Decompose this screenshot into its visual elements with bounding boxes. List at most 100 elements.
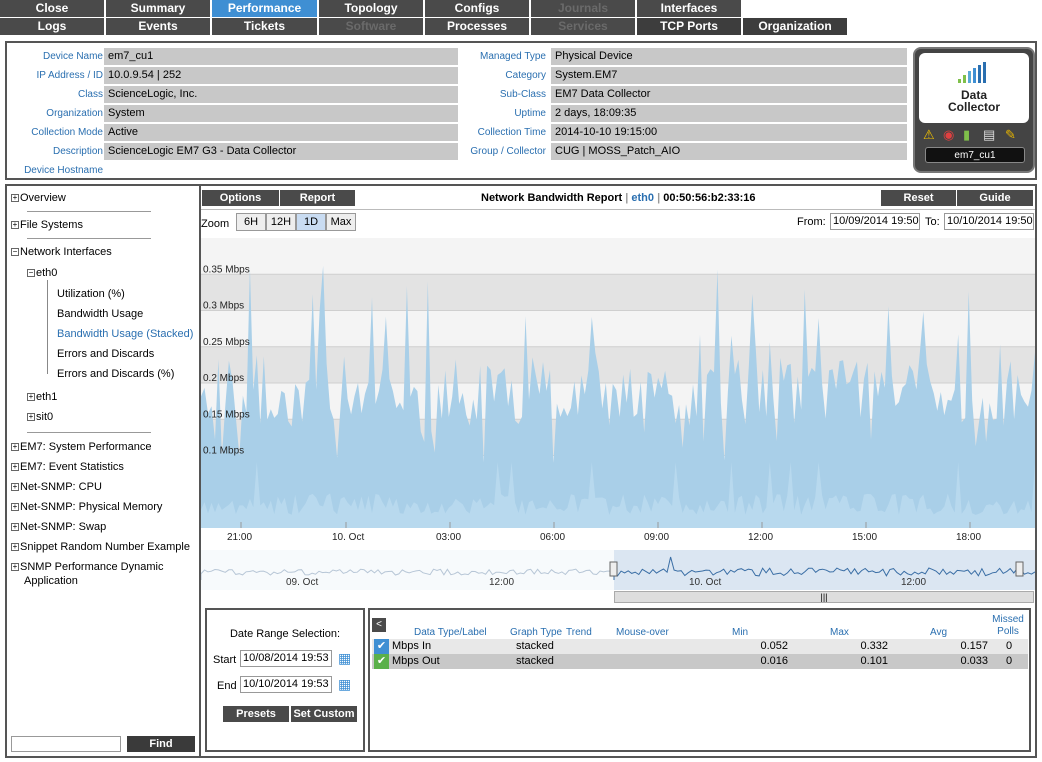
header-missed-polls[interactable]: Missed Polls [990, 614, 1026, 638]
navigator-label: 09. Oct [286, 577, 318, 588]
tree-item-snmp-performance-dynamic[interactable]: + SNMP Performance Dynamic [11, 561, 163, 573]
navigator-handle-right[interactable] [1015, 561, 1024, 577]
divider [27, 238, 151, 239]
tree-item-network-interfaces[interactable]: − Network Interfaces [11, 246, 112, 258]
find-button[interactable]: Find [127, 736, 195, 752]
header-max[interactable]: Max [830, 627, 849, 638]
collection-time-value: 2014-10-10 19:15:00 [551, 124, 907, 141]
x-tick-label: 03:00 [436, 532, 462, 543]
expand-icon[interactable]: + [11, 443, 19, 452]
presets-button[interactable]: Presets [223, 706, 289, 722]
tree-item-overview[interactable]: + Overview [11, 192, 66, 204]
tree-item-em7-event-statistics[interactable]: + EM7: Event Statistics [11, 461, 124, 473]
tab-events[interactable]: Events [106, 18, 210, 35]
tab-close[interactable]: Close [0, 0, 104, 17]
tree-item-utilization[interactable]: Utilization (%) [57, 288, 125, 300]
header-mouse-over[interactable]: Mouse-over [616, 627, 669, 638]
tree-item-bandwidth-usage[interactable]: Bandwidth Usage [57, 308, 143, 320]
lifebuoy-icon[interactable]: ◉ [943, 127, 954, 143]
navigation-tree: + Overview + File Systems − Network Interfa… [5, 184, 201, 758]
tree-item-eth1[interactable]: + eth1 [27, 391, 57, 403]
start-date-input[interactable]: 10/08/2014 19:53 [240, 650, 332, 667]
find-input[interactable] [11, 736, 121, 752]
zoom-12h-button[interactable]: 12H [266, 213, 296, 231]
tree-item-net-snmp-physical-memory[interactable]: + Net-SNMP: Physical Memory [11, 501, 162, 513]
checkbox-checked-icon[interactable]: ✔ [374, 654, 389, 669]
tab-summary[interactable]: Summary [106, 0, 210, 17]
tree-item-file-systems[interactable]: + File Systems [11, 219, 83, 231]
collapse-icon[interactable]: − [11, 248, 19, 257]
navigator-handle-left[interactable] [609, 561, 618, 577]
zoom-1d-button[interactable]: 1D [296, 213, 326, 231]
header-trend[interactable]: Trend [566, 627, 592, 638]
tree-item-bandwidth-usage-stacked[interactable]: Bandwidth Usage (Stacked) [57, 328, 193, 340]
expand-icon[interactable]: + [11, 523, 19, 532]
zoom-label: Zoom [201, 218, 230, 230]
bandwidth-chart[interactable]: 0.1 Mbps 0.15 Mbps 0.2 Mbps 0.25 Mbps 0.3 Mb… [201, 238, 1035, 530]
tab-configs[interactable]: Configs [425, 0, 529, 17]
tab-topology[interactable]: Topology [319, 0, 423, 17]
tree-item-eth0[interactable]: − eth0 [27, 267, 57, 279]
end-date-input[interactable]: 10/10/2014 19:53 [240, 676, 332, 693]
to-date-input[interactable]: 10/10/2014 19:50 [944, 213, 1034, 230]
expand-icon[interactable]: + [11, 463, 19, 472]
expand-icon[interactable]: + [11, 483, 19, 492]
navigator-scrollbar[interactable]: ||| [614, 591, 1034, 603]
signal-icon[interactable]: ▮ [963, 127, 970, 143]
expand-icon[interactable]: + [11, 503, 19, 512]
tab-tcp-ports[interactable]: TCP Ports [637, 18, 741, 35]
header-graph-type[interactable]: Graph Type [510, 627, 562, 638]
device-hostname-label: Device Hostname [24, 165, 103, 176]
tab-organization[interactable]: Organization [743, 18, 847, 35]
guide-button[interactable]: Guide [957, 190, 1033, 206]
tree-item-sit0[interactable]: + sit0 [27, 411, 53, 423]
collection-time-label: Collection Time [477, 127, 546, 138]
expand-icon[interactable]: + [11, 194, 19, 203]
tab-processes[interactable]: Processes [425, 18, 529, 35]
reset-button[interactable]: Reset [881, 190, 956, 206]
wrench-icon[interactable]: ✎ [1005, 127, 1016, 143]
options-button[interactable]: Options [202, 190, 279, 206]
tree-item-snmp-performance-dynamic-line2[interactable]: Application [24, 575, 78, 587]
set-custom-button[interactable]: Set Custom [291, 706, 357, 722]
expand-icon[interactable]: + [27, 413, 35, 422]
collapse-icon[interactable]: − [27, 269, 35, 278]
tree-item-net-snmp-cpu[interactable]: + Net-SNMP: CPU [11, 481, 102, 493]
zoom-6h-button[interactable]: 6H [236, 213, 266, 231]
calendar-icon[interactable]: ▦ [338, 676, 351, 693]
tab-tickets[interactable]: Tickets [212, 18, 317, 35]
expand-icon[interactable]: + [11, 543, 19, 552]
class-value: ScienceLogic, Inc. [104, 86, 458, 103]
tree-item-errors-discards[interactable]: Errors and Discards [57, 348, 154, 360]
header-min[interactable]: Min [732, 627, 748, 638]
tab-performance[interactable]: Performance [212, 0, 317, 17]
report-title: Network Bandwidth Report | eth0 | 00:50:… [481, 192, 756, 204]
tab-logs[interactable]: Logs [0, 18, 104, 35]
report-button[interactable]: Report [280, 190, 355, 206]
zoom-max-button[interactable]: Max [326, 213, 356, 231]
table-row[interactable]: ✔ Mbps Out stacked 0.016 0.101 0.033 0 [372, 654, 1028, 669]
device-tools: ⚠ ◉ ▮ ▤ ✎ [921, 127, 1029, 143]
tree-item-em7-system-performance[interactable]: + EM7: System Performance [11, 441, 151, 453]
data-collector-badge: Data Collector ⚠ ◉ ▮ ▤ ✎ em7_cu1 [913, 47, 1035, 173]
x-tick-label: 06:00 [540, 532, 566, 543]
tab-interfaces[interactable]: Interfaces [637, 0, 741, 17]
uptime-label: Uptime [514, 108, 546, 119]
from-date-input[interactable]: 10/09/2014 19:50 [830, 213, 920, 230]
table-row[interactable]: ✔ Mbps In stacked 0.052 0.332 0.157 0 [372, 639, 1028, 654]
expand-icon[interactable]: + [11, 563, 19, 572]
x-tick-label: 09:00 [644, 532, 670, 543]
checkbox-checked-icon[interactable]: ✔ [374, 639, 389, 654]
calendar-icon[interactable]: ▦ [338, 650, 351, 667]
printer-icon[interactable]: ▤ [983, 127, 995, 143]
tree-item-errors-discards-pct[interactable]: Errors and Discards (%) [57, 368, 174, 380]
tree-item-snippet-random[interactable]: + Snippet Random Number Example [11, 541, 190, 553]
warning-icon[interactable]: ⚠ [923, 127, 935, 143]
collapse-button[interactable]: < [372, 618, 386, 632]
header-data-type[interactable]: Data Type/Label [414, 627, 487, 638]
header-avg[interactable]: Avg [930, 627, 947, 638]
x-tick-label: 21:00 [227, 532, 253, 543]
expand-icon[interactable]: + [11, 221, 19, 230]
expand-icon[interactable]: + [27, 393, 35, 402]
tree-item-net-snmp-swap[interactable]: + Net-SNMP: Swap [11, 521, 106, 533]
